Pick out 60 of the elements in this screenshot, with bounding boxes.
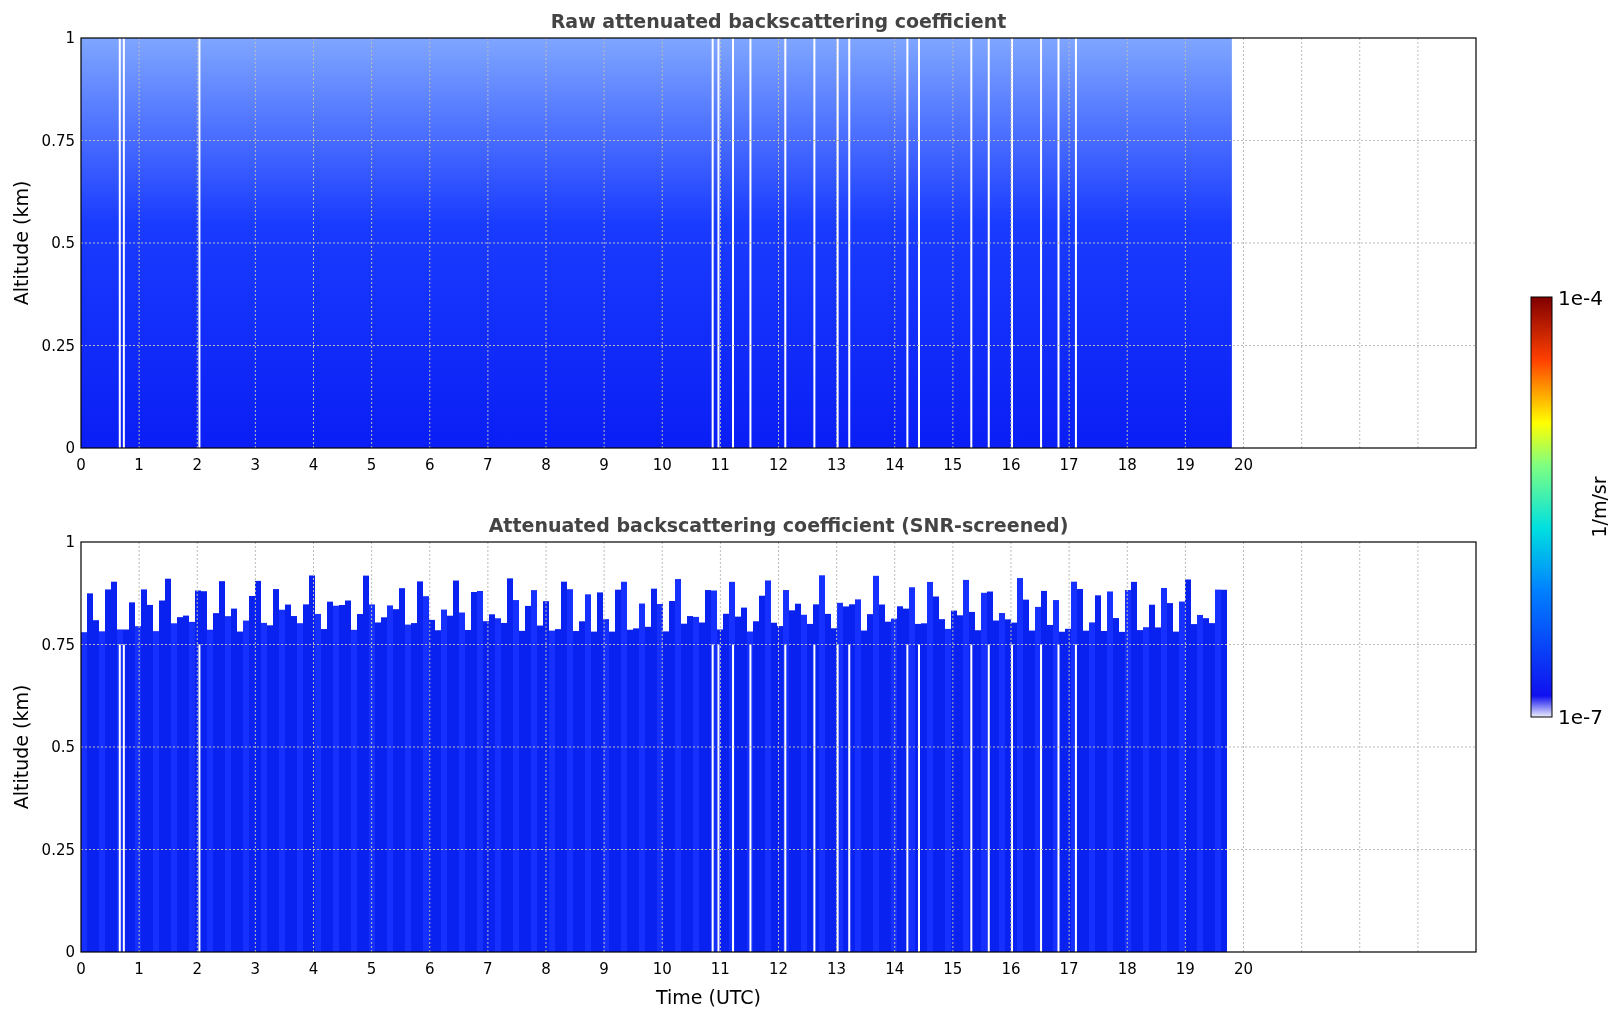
x-tick-label: 19 [1175, 456, 1195, 474]
colorbar-label: 1/m/sr [1588, 476, 1610, 538]
y-axis-label: Altitude (km) [10, 180, 32, 306]
x-tick-label: 16 [1001, 960, 1021, 978]
x-axis-label: Time (UTC) [656, 986, 761, 1008]
plot-title: Attenuated backscattering coefficient (SNR-screened) [488, 514, 1069, 536]
x-tick-label: 8 [541, 456, 551, 474]
x-tick-label: 7 [483, 456, 493, 474]
x-tick-label: 13 [827, 960, 847, 978]
x-tick-label: 10 [652, 960, 672, 978]
x-tick-label: 14 [885, 960, 905, 978]
y-axis-label: Altitude (km) [10, 684, 32, 810]
y-tick-label: 0 [65, 439, 75, 457]
x-tick-label: 4 [308, 456, 319, 474]
y-tick-label: 0.75 [41, 131, 75, 150]
x-tick-label: 2 [192, 960, 202, 978]
y-tick-label: 1 [65, 533, 75, 551]
x-tick-label: 17 [1059, 960, 1079, 978]
x-tick-label: 14 [885, 456, 905, 474]
y-tick-label: 0 [65, 943, 75, 961]
x-tick-label: 0 [76, 960, 86, 978]
x-tick-label: 16 [1001, 456, 1021, 474]
x-tick-label: 11 [710, 456, 730, 474]
x-tick-label: 20 [1233, 960, 1254, 978]
x-tick-label: 11 [710, 960, 730, 978]
colorbar-min-label: 1e-7 [1558, 705, 1603, 729]
x-tick-label: 13 [827, 456, 847, 474]
x-tick-label: 15 [943, 456, 963, 474]
x-tick-label: 6 [425, 960, 435, 978]
plot-title: Raw attenuated backscattering coefficient [550, 10, 1007, 32]
x-tick-label: 18 [1117, 960, 1137, 978]
x-tick-label: 20 [1233, 456, 1254, 474]
x-tick-label: 18 [1117, 456, 1137, 474]
y-tick-label: 1 [65, 29, 75, 47]
x-tick-label: 5 [366, 960, 377, 978]
x-tick-label: 0 [76, 456, 86, 474]
x-tick-label: 1 [134, 960, 144, 978]
x-tick-label: 12 [768, 456, 789, 474]
x-tick-label: 3 [250, 456, 261, 474]
x-tick-label: 5 [366, 456, 377, 474]
y-tick-label: 0.5 [51, 738, 75, 756]
x-tick-label: 4 [308, 960, 319, 978]
colorbar-max-label: 1e-4 [1558, 286, 1603, 310]
x-tick-label: 15 [943, 960, 963, 978]
x-tick-label: 17 [1059, 456, 1079, 474]
x-tick-label: 10 [652, 456, 672, 474]
x-tick-label: 9 [599, 456, 609, 474]
x-tick-label: 2 [192, 456, 202, 474]
x-tick-label: 8 [541, 960, 551, 978]
y-tick-label: 0.25 [41, 840, 75, 859]
x-tick-label: 19 [1175, 960, 1195, 978]
y-tick-label: 0.25 [41, 336, 75, 355]
y-tick-label: 0.75 [41, 635, 75, 654]
x-tick-label: 12 [768, 960, 789, 978]
x-tick-label: 6 [425, 456, 435, 474]
x-tick-label: 7 [483, 960, 493, 978]
x-tick-label: 3 [250, 960, 261, 978]
x-tick-label: 1 [134, 456, 144, 474]
y-tick-label: 0.5 [51, 234, 75, 252]
x-tick-label: 9 [599, 960, 609, 978]
